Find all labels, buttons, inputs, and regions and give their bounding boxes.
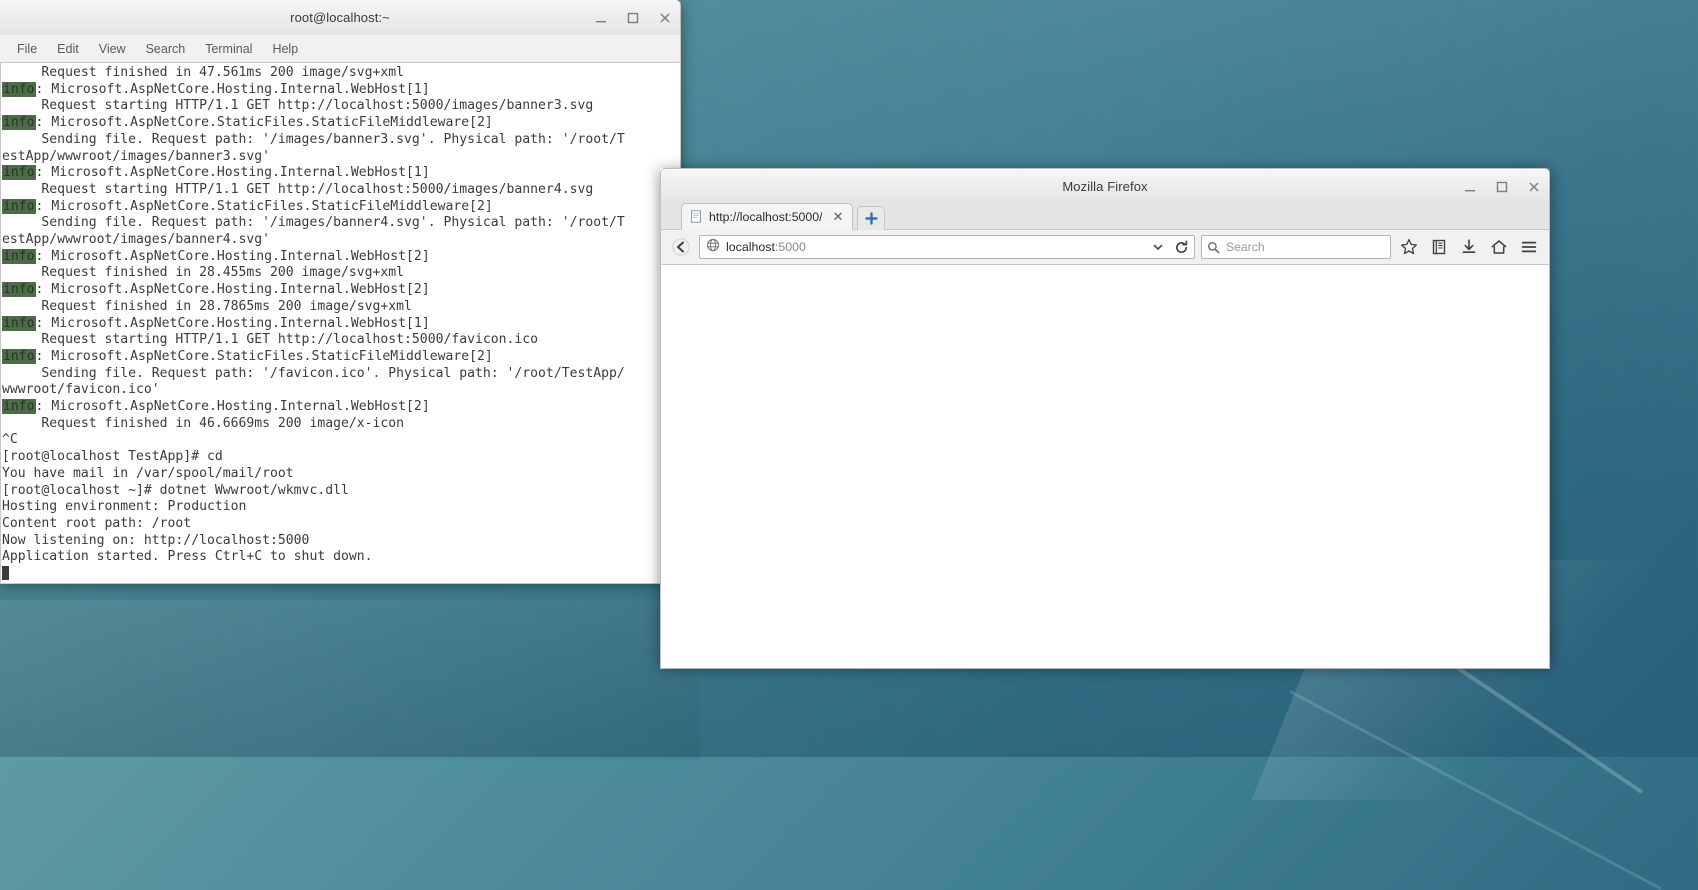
- terminal-line: info: Microsoft.AspNetCore.StaticFiles.S…: [1, 348, 680, 366]
- log-level-badge: info: [2, 81, 36, 97]
- terminal-line: Request finished in 28.7865ms 200 image/…: [2, 298, 412, 314]
- menu-item-edit[interactable]: Edit: [48, 38, 88, 60]
- page-icon: [690, 210, 703, 223]
- maximize-icon[interactable]: [624, 9, 642, 27]
- desktop-wallpaper-line-2: [1289, 690, 1662, 890]
- firefox-page-content[interactable]: [660, 265, 1550, 669]
- terminal-line: Request finished in 46.6669ms 200 image/…: [2, 415, 405, 431]
- terminal-line: [root@localhost ~]# dotnet Wwwroot/wkmvc…: [2, 482, 349, 498]
- back-button[interactable]: [669, 235, 693, 259]
- log-level-badge: info: [2, 282, 36, 298]
- terminal-line: info: Microsoft.AspNetCore.StaticFiles.S…: [1, 115, 680, 132]
- terminal-line-text: : Microsoft.AspNetCore.Hosting.Internal.…: [35, 399, 430, 415]
- terminal-line: Request finished in 28.455ms 200 image/s…: [2, 265, 405, 281]
- terminal-line: [root@localhost TestApp]# cd: [2, 449, 223, 465]
- terminal-title: root@localhost:~: [290, 10, 390, 25]
- terminal-line: estApp/wwwroot/images/banner3.svg': [2, 148, 271, 164]
- log-level-badge: info: [2, 248, 36, 264]
- url-bar[interactable]: localhost:5000: [699, 235, 1195, 259]
- terminal-line: info: Microsoft.AspNetCore.Hosting.Inter…: [1, 248, 680, 266]
- terminal-line: You have mail in /var/spool/mail/root: [2, 465, 294, 481]
- terminal-line-text: : Microsoft.AspNetCore.Hosting.Internal.…: [35, 165, 430, 181]
- minimize-icon[interactable]: [1461, 178, 1479, 196]
- terminal-output[interactable]: Request finished in 47.561ms 200 image/s…: [0, 63, 681, 584]
- new-tab-button[interactable]: [857, 206, 886, 230]
- log-level-badge: info: [2, 115, 36, 131]
- terminal-line: Request starting HTTP/1.1 GET http://loc…: [2, 332, 539, 348]
- terminal-line: Sending file. Request path: '/images/ban…: [2, 131, 625, 147]
- hamburger-menu-icon[interactable]: [1517, 235, 1541, 259]
- reload-icon[interactable]: [1172, 238, 1190, 256]
- search-icon: [1207, 241, 1220, 254]
- url-host: localhost: [726, 240, 775, 254]
- globe-icon: [706, 238, 720, 257]
- maximize-icon[interactable]: [1493, 178, 1511, 196]
- firefox-navigation-toolbar[interactable]: localhost:5000 Search: [660, 230, 1550, 265]
- terminal-line: wwwroot/favicon.ico': [2, 382, 160, 398]
- search-bar[interactable]: Search: [1201, 235, 1391, 259]
- terminal-line: info: Microsoft.AspNetCore.Hosting.Inter…: [1, 165, 680, 182]
- bookmark-star-icon[interactable]: [1397, 235, 1421, 259]
- terminal-line-text: : Microsoft.AspNetCore.StaticFiles.Stati…: [35, 115, 493, 131]
- terminal-window-controls: [592, 0, 674, 35]
- home-icon[interactable]: [1487, 235, 1511, 259]
- terminal-window[interactable]: root@localhost:~ File Edit View Search T…: [0, 0, 681, 584]
- terminal-menubar[interactable]: File Edit View Search Terminal Help: [0, 35, 681, 63]
- firefox-window-controls: [1461, 169, 1543, 204]
- close-icon[interactable]: [656, 9, 674, 27]
- terminal-line: ^C: [2, 432, 18, 448]
- menu-item-file[interactable]: File: [8, 38, 46, 60]
- terminal-line: Request starting HTTP/1.1 GET http://loc…: [2, 98, 594, 114]
- terminal-line: info: Microsoft.AspNetCore.Hosting.Inter…: [1, 81, 680, 99]
- firefox-titlebar[interactable]: Mozilla Firefox: [660, 168, 1550, 203]
- desktop-wallpaper-lower-shade: [0, 600, 700, 760]
- terminal-line: Hosting environment: Production: [2, 499, 247, 515]
- terminal-line: info: Microsoft.AspNetCore.StaticFiles.S…: [1, 198, 680, 216]
- menu-item-search[interactable]: Search: [137, 38, 195, 60]
- terminal-line-text: : Microsoft.AspNetCore.StaticFiles.Stati…: [35, 198, 493, 214]
- firefox-window[interactable]: Mozilla Firefox http://localhost:5000/ ✕…: [660, 168, 1550, 669]
- url-text[interactable]: localhost:5000: [726, 240, 1144, 254]
- firefox-tabbar[interactable]: http://localhost:5000/ ✕: [660, 203, 1550, 230]
- terminal-line: Application started. Press Ctrl+C to shu…: [2, 549, 373, 565]
- search-input[interactable]: Search: [1226, 240, 1265, 254]
- menu-item-help[interactable]: Help: [263, 38, 307, 60]
- browser-tab[interactable]: http://localhost:5000/ ✕: [681, 203, 854, 230]
- firefox-title: Mozilla Firefox: [1062, 178, 1148, 194]
- log-level-badge: info: [2, 399, 36, 415]
- terminal-line: Sending file. Request path: '/favicon.ic…: [2, 365, 625, 381]
- terminal-line-text: : Microsoft.AspNetCore.Hosting.Internal.…: [35, 81, 430, 97]
- terminal-line: Request finished in 47.561ms 200 image/s…: [2, 65, 405, 80]
- log-level-badge: info: [2, 165, 36, 181]
- log-level-badge: info: [2, 315, 36, 331]
- terminal-line: info: Microsoft.AspNetCore.Hosting.Inter…: [1, 399, 680, 416]
- terminal-line: estApp/wwwroot/images/banner4.svg': [2, 232, 271, 248]
- log-level-badge: info: [2, 198, 36, 214]
- terminal-line: info: Microsoft.AspNetCore.Hosting.Inter…: [1, 282, 680, 299]
- chevron-down-icon[interactable]: [1150, 239, 1166, 255]
- terminal-line: Now listening on: http://localhost:5000: [2, 532, 310, 548]
- minimize-icon[interactable]: [592, 9, 610, 27]
- close-icon[interactable]: [1525, 178, 1543, 196]
- terminal-line-text: : Microsoft.AspNetCore.Hosting.Internal.…: [35, 315, 430, 331]
- menu-item-terminal[interactable]: Terminal: [196, 38, 261, 60]
- menu-item-view[interactable]: View: [90, 38, 135, 60]
- terminal-titlebar[interactable]: root@localhost:~: [0, 0, 681, 35]
- downloads-icon[interactable]: [1457, 235, 1481, 259]
- terminal-line: Content root path: /root: [2, 515, 192, 531]
- terminal-line-text: : Microsoft.AspNetCore.StaticFiles.Stati…: [35, 348, 493, 364]
- url-port: :5000: [774, 240, 806, 254]
- terminal-line-text: : Microsoft.AspNetCore.Hosting.Internal.…: [35, 282, 430, 298]
- tab-close-icon[interactable]: ✕: [830, 210, 845, 223]
- terminal-line: info: Microsoft.AspNetCore.Hosting.Inter…: [1, 315, 680, 333]
- library-icon[interactable]: [1427, 235, 1451, 259]
- log-level-badge: info: [2, 348, 36, 364]
- terminal-line: Request starting HTTP/1.1 GET http://loc…: [2, 181, 594, 197]
- terminal-line: Sending file. Request path: '/images/ban…: [2, 215, 625, 231]
- terminal-line: [1, 566, 680, 583]
- terminal-cursor: [2, 566, 9, 581]
- tab-title: http://localhost:5000/: [709, 209, 823, 224]
- terminal-line-text: : Microsoft.AspNetCore.Hosting.Internal.…: [35, 248, 430, 264]
